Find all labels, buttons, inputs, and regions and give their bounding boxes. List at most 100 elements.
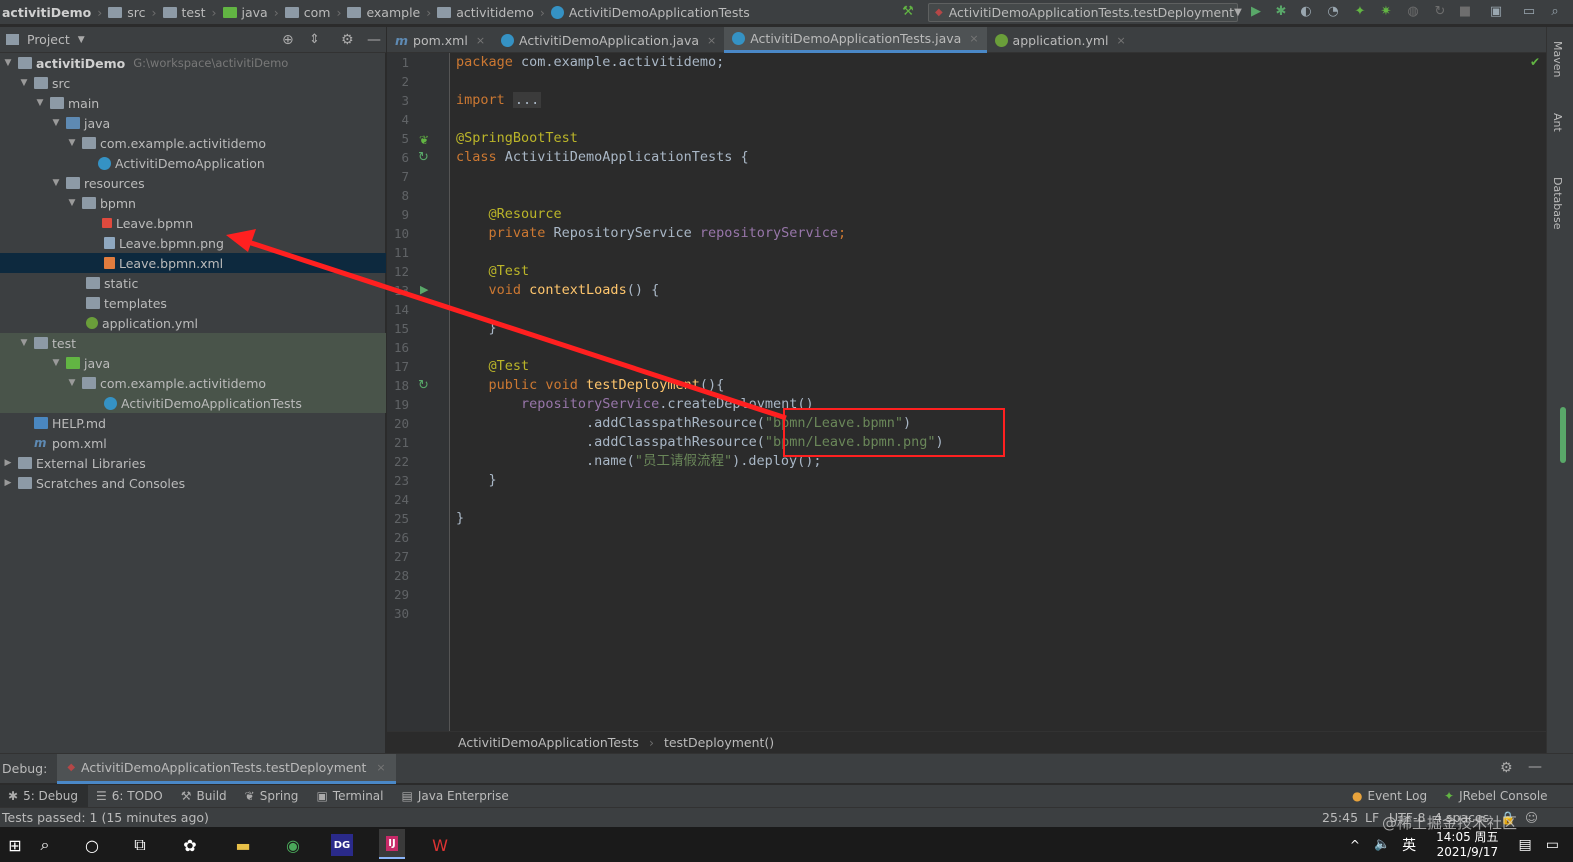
expand-arrow-icon[interactable]: ▶ (2, 458, 14, 468)
tree-item-src[interactable]: ▼ src (0, 73, 386, 93)
expand-arrow-icon[interactable]: ▼ (50, 178, 62, 188)
run-icon[interactable]: ▶ (1248, 4, 1264, 20)
app-icon[interactable]: ✿ (179, 834, 201, 856)
expand-arrow-icon[interactable]: ▼ (50, 358, 62, 368)
expand-arrow-icon[interactable]: ▼ (66, 198, 78, 208)
search-icon[interactable]: ⌕ (1547, 4, 1563, 20)
caret-position[interactable]: 25:45 (1322, 810, 1358, 825)
tool-tab-debug[interactable]: ✱ 5: Debug (0, 785, 89, 807)
file-explorer-icon[interactable]: ▬ (232, 834, 254, 856)
tree-item-static[interactable]: static (0, 273, 386, 293)
expand-arrow-icon[interactable]: ▼ (34, 98, 46, 108)
tree-item-application-yml[interactable]: application.yml (0, 313, 386, 333)
tool-tab-event-log[interactable]: ● Event Log (1344, 785, 1437, 807)
tree-item-main[interactable]: ▼ main (0, 93, 386, 113)
breadcrumb-class[interactable]: ActivitiDemoApplicationTests (458, 735, 639, 750)
tree-item-leave-xml[interactable]: Leave.bpmn.xml (0, 253, 386, 273)
breadcrumb-example[interactable]: example › (345, 0, 435, 25)
expand-arrow-icon[interactable]: ▼ (18, 338, 30, 348)
project-structure-icon[interactable]: ▣ (1488, 4, 1504, 20)
profile-icon[interactable]: ◔ (1325, 4, 1341, 20)
tree-item-activitidemo[interactable]: ▼ activitiDemo G:\workspace\activitiDemo (0, 53, 386, 73)
tree-item-tests-class[interactable]: ActivitiDemoApplicationTests (0, 393, 386, 413)
tree-item-templates[interactable]: templates (0, 293, 386, 313)
breadcrumb-test[interactable]: test › (161, 0, 221, 25)
close-icon[interactable]: × (376, 761, 385, 774)
run-test-icon[interactable]: ▶ (420, 283, 428, 296)
jrebel-run-icon[interactable]: ✦ (1352, 4, 1368, 20)
scrollbar-thumb[interactable] (1560, 407, 1566, 463)
collapse-all-icon[interactable]: ⇕ (309, 32, 320, 47)
run-test-class-icon[interactable]: ↻ (418, 150, 429, 165)
ant-tool-button[interactable]: Ant (1551, 113, 1564, 132)
tree-item-leave-bpmn[interactable]: Leave.bpmn (0, 213, 386, 233)
chevron-up-icon[interactable]: ^ (1350, 838, 1360, 852)
run-test-icon[interactable]: ↻ (418, 378, 429, 393)
run-configuration-select[interactable]: ◆ ActivitiDemoApplicationTests.testDeplo… (928, 3, 1242, 22)
minimize-icon[interactable]: — (1528, 759, 1542, 775)
tool-tab-build[interactable]: ⚒ Build (173, 785, 237, 807)
tab-pom-xml[interactable]: m pom.xml × (387, 27, 493, 53)
status-message[interactable]: Tests passed: 1 (15 minutes ago) (2, 810, 209, 825)
tree-item-java[interactable]: ▼ java (0, 113, 386, 133)
tree-item-test-package[interactable]: ▼ com.example.activitidemo (0, 373, 386, 393)
spring-bean-icon[interactable]: ❦ (419, 133, 429, 147)
intellij-taskbar-button[interactable]: IJ (379, 829, 405, 859)
wps-icon[interactable]: W (429, 834, 451, 856)
close-icon[interactable]: × (1117, 34, 1126, 47)
chrome-icon[interactable]: ◉ (282, 834, 304, 856)
coverage-icon[interactable]: ◐ (1298, 4, 1314, 20)
expand-arrow-icon[interactable]: ▼ (18, 78, 30, 88)
tree-item-external-libraries[interactable]: ▶ External Libraries (0, 453, 386, 473)
tree-item-package[interactable]: ▼ com.example.activitidemo (0, 133, 386, 153)
expand-arrow-icon[interactable]: ▶ (2, 478, 14, 488)
project-panel-title[interactable]: Project (27, 32, 70, 47)
expand-arrow-icon[interactable]: ▼ (66, 378, 78, 388)
breadcrumb-java[interactable]: java › (221, 0, 283, 25)
tree-item-pom-xml[interactable]: m pom.xml (0, 433, 386, 453)
tool-tab-spring[interactable]: ❦ Spring (237, 785, 309, 807)
code-editor[interactable]: package com.example.activitidemo; import… (451, 53, 1546, 731)
notepad-icon[interactable]: ▤ (1519, 837, 1532, 853)
task-view-icon[interactable]: ⧉ (129, 834, 151, 856)
jrebel-debug-icon[interactable]: ✷ (1378, 4, 1394, 20)
close-icon[interactable]: × (707, 34, 716, 47)
breadcrumb-project[interactable]: activitiDemo › (0, 0, 106, 25)
debug-session-tab[interactable]: ◆ ActivitiDemoApplicationTests.testDeplo… (57, 753, 396, 784)
stop-icon[interactable]: ■ (1457, 4, 1473, 20)
database-tool-button[interactable]: Database (1551, 177, 1564, 230)
expand-arrow-icon[interactable]: ▼ (50, 118, 62, 128)
debug-icon[interactable]: ✱ (1273, 4, 1289, 20)
tree-item-resources[interactable]: ▼ resources (0, 173, 386, 193)
inspector-icon[interactable]: ☺ (1525, 810, 1538, 825)
tree-item-scratches[interactable]: ▶ Scratches and Consoles (0, 473, 386, 493)
tool-tab-jrebel-console[interactable]: ✦ JRebel Console (1436, 785, 1558, 807)
search-icon[interactable]: ⌕ (34, 834, 56, 856)
expand-arrow-icon[interactable]: ▼ (66, 138, 78, 148)
tool-tab-terminal[interactable]: ▣ Terminal (308, 785, 393, 807)
hammer-build-icon[interactable]: ⚒ (900, 4, 916, 20)
close-icon[interactable]: × (476, 34, 485, 47)
tree-item-test[interactable]: ▼ test (0, 333, 386, 353)
windows-start-icon[interactable]: ⊞ (4, 834, 26, 856)
input-language[interactable]: 英 (1402, 835, 1416, 855)
cortana-icon[interactable]: ○ (81, 834, 103, 856)
breadcrumb-activitidemo[interactable]: activitidemo › (435, 0, 549, 25)
gear-icon[interactable]: ⚙ (341, 32, 354, 48)
datagrip-icon[interactable]: DG (331, 834, 353, 856)
expand-arrow-icon[interactable]: ▼ (2, 58, 14, 68)
tree-item-test-java[interactable]: ▼ java (0, 353, 386, 373)
breadcrumb-method[interactable]: testDeployment() (664, 735, 774, 750)
line-separator[interactable]: LF (1365, 810, 1379, 825)
clock[interactable]: 14:05 周五 2021/9/17 (1436, 830, 1498, 860)
attach-icon[interactable]: ◍ (1405, 4, 1421, 20)
gear-icon[interactable]: ⚙ (1500, 760, 1513, 776)
tab-tests-java[interactable]: ActivitiDemoApplicationTests.java × (724, 27, 987, 53)
chevron-down-icon[interactable]: ▼ (78, 35, 85, 45)
breadcrumb-class[interactable]: ActivitiDemoApplicationTests (549, 0, 754, 25)
breadcrumb-com[interactable]: com › (283, 0, 346, 25)
tree-item-leave-png[interactable]: Leave.bpmn.png (0, 233, 386, 253)
tab-application-yml[interactable]: application.yml × (987, 27, 1134, 53)
tool-tab-todo[interactable]: ☰ 6: TODO (88, 785, 173, 807)
tool-tab-java-enterprise[interactable]: ▤ Java Enterprise (394, 785, 519, 807)
